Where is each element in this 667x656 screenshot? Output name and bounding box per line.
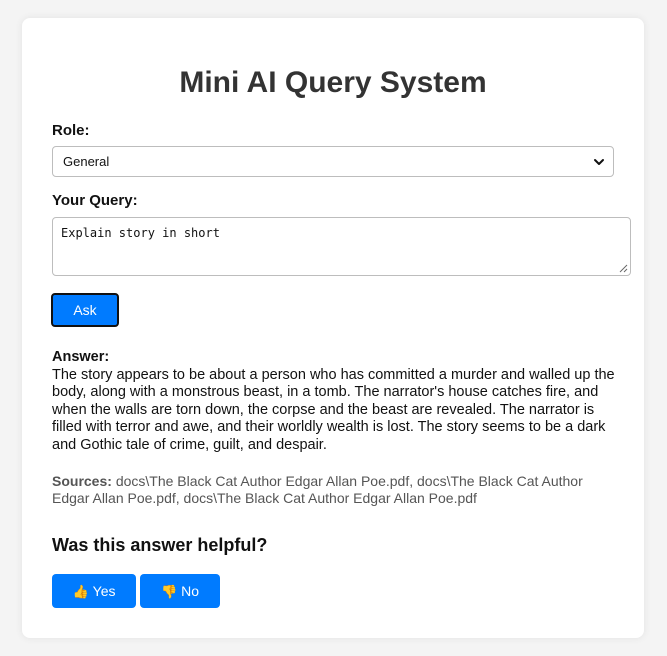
query-label: Your Query: xyxy=(52,192,138,209)
query-card: Mini AI Query System Role: General Your … xyxy=(22,18,644,638)
role-select[interactable]: General xyxy=(52,146,614,177)
yes-label: Yes xyxy=(92,583,116,599)
thumbs-down-icon: 👎 xyxy=(160,584,178,599)
feedback-question: Was this answer helpful? xyxy=(52,535,268,555)
thumbs-up-icon: 👍 xyxy=(72,584,89,599)
no-label: No xyxy=(181,583,200,599)
answer-text: The story appears to be about a person w… xyxy=(52,366,615,453)
sources-text: docs\The Black Cat Author Edgar Allan Po… xyxy=(52,473,583,506)
resize-grip-icon[interactable] xyxy=(619,264,628,273)
ask-button[interactable]: Ask xyxy=(51,293,119,327)
answer-label: Answer: xyxy=(52,349,110,365)
role-selected-value: General xyxy=(63,154,110,169)
sources-label: Sources: xyxy=(52,473,116,489)
role-label: Role: xyxy=(52,122,90,139)
sources-section: Sources: docs\The Black Cat Author Edgar… xyxy=(52,473,617,506)
no-button[interactable]: 👎 No xyxy=(140,574,220,608)
page-title: Mini AI Query System xyxy=(179,66,487,99)
answer-section: Answer: The story appears to be about a … xyxy=(52,349,617,454)
yes-button[interactable]: 👍 Yes xyxy=(52,574,136,608)
query-value: Explain story in short xyxy=(61,226,220,240)
query-textarea[interactable]: Explain story in short xyxy=(52,217,631,276)
chevron-down-icon xyxy=(594,159,604,165)
